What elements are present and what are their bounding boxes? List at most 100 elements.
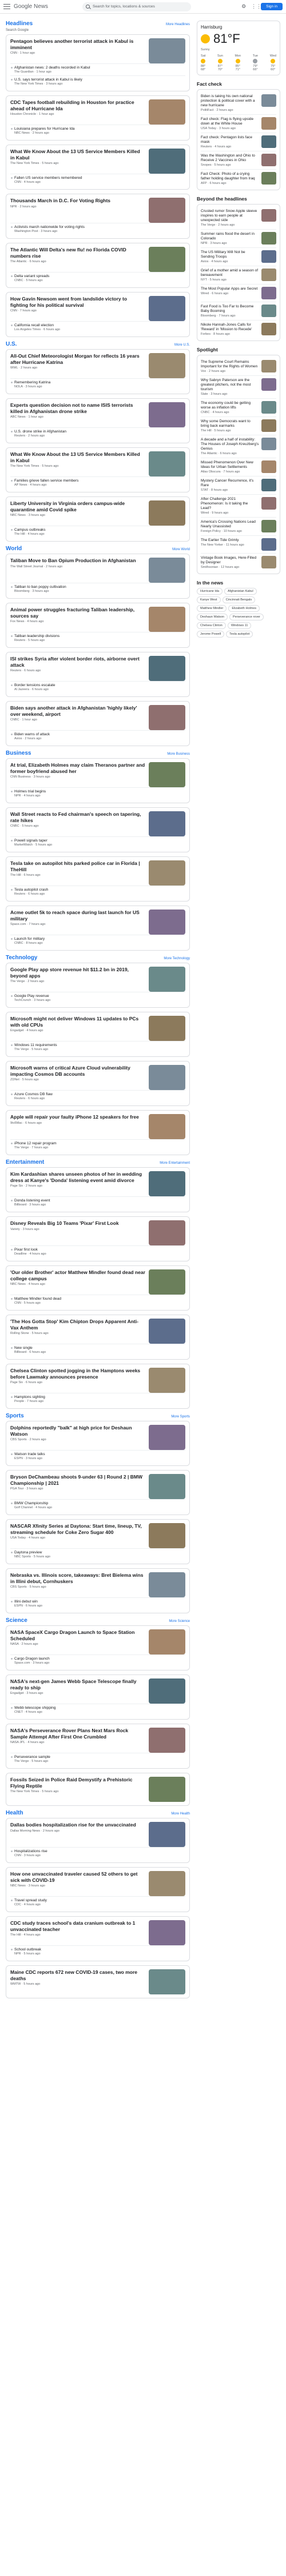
section-more-link[interactable]: More Sports xyxy=(171,1415,190,1419)
story-card[interactable]: NASCAR Xfinity Series at Daytona: Start … xyxy=(6,1519,190,1564)
story-card[interactable]: NASA's Perseverance Rover Plans Next Mar… xyxy=(6,1724,190,1769)
story-card[interactable]: Pentagon believes another terrorist atta… xyxy=(6,34,190,91)
story-card[interactable]: Acme outlet 5k to reach space during las… xyxy=(6,906,190,951)
story-thumbnail[interactable] xyxy=(149,500,185,526)
story-thumbnail[interactable] xyxy=(149,1220,185,1245)
sub-story-title[interactable]: BMW Championship xyxy=(14,1501,185,1506)
story-title[interactable]: What We Know About the 13 US Service Mem… xyxy=(10,149,145,161)
sub-story[interactable]: Delta variant spreads CNBC · 5 hours ago xyxy=(10,272,185,284)
side-story-title[interactable]: Why Sabryn Paterson are the greatest pit… xyxy=(201,378,259,392)
story-thumbnail[interactable] xyxy=(149,607,185,632)
sub-story-title[interactable]: Hospitalizations rise xyxy=(14,1849,185,1854)
sub-story[interactable]: Louisiana prepares for Hurricane Ida NBC … xyxy=(10,125,185,137)
sub-story[interactable]: Tesla autopilot crash Reuters · 6 hours a… xyxy=(10,886,185,898)
sub-story-title[interactable]: Border tensions escalate xyxy=(14,683,185,688)
sub-story-title[interactable]: Tesla autopilot crash xyxy=(14,888,185,892)
story-card[interactable]: Kim Kardashian shares unseen photos of h… xyxy=(6,1167,190,1212)
side-story-thumbnail[interactable] xyxy=(261,460,276,473)
topic-chip[interactable]: Jerome Powell xyxy=(197,631,225,638)
story-thumbnail[interactable] xyxy=(149,656,185,681)
sub-story[interactable]: Taliban to ban poppy cultivation Bloomber… xyxy=(10,583,185,595)
story-thumbnail[interactable] xyxy=(149,1523,185,1548)
story-thumbnail[interactable] xyxy=(149,247,185,272)
side-section-title[interactable]: Spotlight xyxy=(197,347,280,352)
story-thumbnail[interactable] xyxy=(149,1114,185,1139)
side-section-title[interactable]: Beyond the headlines xyxy=(197,196,280,202)
story-thumbnail[interactable] xyxy=(149,705,185,730)
sub-story-title[interactable]: Campus outbreaks xyxy=(14,528,185,532)
side-story[interactable]: Nikole Hannah-Jones Calls for 'Reward' i… xyxy=(201,321,276,338)
story-thumbnail[interactable] xyxy=(149,1065,185,1090)
story-card[interactable]: 'The Hos Gotta Stop' Kim Chipton Drops A… xyxy=(6,1315,190,1360)
sub-story[interactable]: Cargo Dragon launch Space.com · 3 hours a… xyxy=(10,1654,185,1666)
logo[interactable]: Google News xyxy=(14,3,48,10)
story-card[interactable]: CDC study traces school's data cranium o… xyxy=(6,1916,190,1961)
story-title[interactable]: Liberty University in Virginia orders ca… xyxy=(10,500,145,512)
sub-story[interactable]: New single Billboard · 6 hours ago xyxy=(10,1344,185,1356)
side-story-thumbnail[interactable] xyxy=(261,538,276,551)
side-story-thumbnail[interactable] xyxy=(261,250,276,263)
side-story[interactable]: Fact check: Pentagon lists face mask Reut… xyxy=(201,133,276,151)
story-thumbnail[interactable] xyxy=(149,1871,185,1896)
topic-chip[interactable]: Kanye West xyxy=(197,596,221,603)
sub-story-title[interactable]: California recall election xyxy=(14,323,185,328)
sub-story[interactable]: Families grieve fallen service members AP… xyxy=(10,476,185,488)
section-more-link[interactable]: More U.S. xyxy=(174,343,190,347)
section-title[interactable]: Sports xyxy=(6,1413,24,1419)
story-title[interactable]: 'The Hos Gotta Stop' Kim Chipton Drops A… xyxy=(10,1319,145,1331)
story-thumbnail[interactable] xyxy=(149,762,185,787)
side-story[interactable]: Fact check: Flag is flying upside down a… xyxy=(201,115,276,133)
side-story-thumbnail[interactable] xyxy=(261,520,276,532)
sub-story-title[interactable]: Launch for military xyxy=(14,937,185,942)
story-thumbnail[interactable] xyxy=(149,1920,185,1945)
side-story-title[interactable]: After Challenge 2021 Phenomenon: Is it t… xyxy=(201,497,259,511)
story-card[interactable]: CDC Tapes football rebuilding in Houston… xyxy=(6,95,190,141)
sub-story-title[interactable]: U.S. says terrorist attack in Kabul is l… xyxy=(14,78,185,82)
story-thumbnail[interactable] xyxy=(149,967,185,992)
story-card[interactable]: NASA SpaceX Cargo Dragon Launch to Space… xyxy=(6,1625,190,1670)
sub-story-title[interactable]: New single xyxy=(14,1346,185,1351)
story-title[interactable]: All-Out Chief Meteorologist Morgan for r… xyxy=(10,353,145,365)
section-more-link[interactable]: More Science xyxy=(169,1620,190,1623)
sub-story[interactable]: Hospitalizations rise CNN · 3 hours ago xyxy=(10,1847,185,1859)
story-thumbnail[interactable] xyxy=(149,1969,185,1994)
story-title[interactable]: The Atlantic Will Delta's new flu! no Fl… xyxy=(10,247,145,259)
story-title[interactable]: NASA's next-gen James Webb Space Telesco… xyxy=(10,1678,145,1690)
side-story[interactable]: After Challenge 2021 Phenomenon: Is it t… xyxy=(201,495,276,518)
side-story-thumbnail[interactable] xyxy=(261,209,276,222)
side-story[interactable]: The Earlier Tide Grimly The New Yorker · … xyxy=(201,536,276,554)
side-story[interactable]: Why Sabryn Paterson are the greatest pit… xyxy=(201,376,276,399)
gear-icon[interactable]: ⚙ xyxy=(241,4,247,9)
story-card[interactable]: Biden says another attack in Afghanistan… xyxy=(6,701,190,746)
side-story-title[interactable]: Vintage Book Images, Here-Filled by Desi… xyxy=(201,556,259,565)
story-thumbnail[interactable] xyxy=(149,1016,185,1041)
sub-story-title[interactable]: Travel spread study xyxy=(14,1898,185,1903)
sub-story-title[interactable]: Matthew Mindler found dead xyxy=(14,1297,185,1301)
story-thumbnail[interactable] xyxy=(149,1629,185,1654)
side-story-title[interactable]: Grief of a mother amid a season of berea… xyxy=(201,269,259,278)
topic-chip[interactable]: Matthew Mindler xyxy=(197,605,227,612)
section-title[interactable]: Health xyxy=(6,1810,23,1816)
section-title[interactable]: Business xyxy=(6,750,31,756)
story-card[interactable]: Thousands March in D.C. For Voting Right… xyxy=(6,194,190,239)
story-card[interactable]: 'Our older Brother' actor Matthew Mindle… xyxy=(6,1265,190,1311)
sub-story-title[interactable]: Taliban to ban poppy cultivation xyxy=(14,585,185,590)
story-title[interactable]: Tesla take on autopilot hits parked poli… xyxy=(10,860,145,872)
side-story-thumbnail[interactable] xyxy=(261,360,276,372)
story-title[interactable]: Disney Reveals Big 10 Teams 'Pixar' Firs… xyxy=(10,1220,145,1227)
topic-chip[interactable]: Afghanistan Kabul xyxy=(224,588,257,595)
story-title[interactable]: How Gavin Newsom went from landslide vic… xyxy=(10,296,145,308)
side-story-thumbnail[interactable] xyxy=(261,117,276,130)
side-story-thumbnail[interactable] xyxy=(261,556,276,568)
side-story-title[interactable]: Summer rains flood the desert in Colorad… xyxy=(201,232,259,241)
sub-story[interactable]: Hamptons sighting People · 7 hours ago xyxy=(10,1393,185,1405)
side-story-thumbnail[interactable] xyxy=(261,305,276,317)
story-card[interactable]: Microsoft might not deliver Windows 11 u… xyxy=(6,1012,190,1057)
sub-story[interactable]: Google Play revenue TechCrunch · 3 hours … xyxy=(10,992,185,1004)
story-card[interactable]: Taliban Move to Ban Opium Production in … xyxy=(6,554,190,599)
sub-story-title[interactable]: Holmes trial begins xyxy=(14,790,185,794)
side-story[interactable]: Fact Check: Photo of a crying father hol… xyxy=(201,170,276,187)
section-title[interactable]: Headlines xyxy=(6,21,33,27)
sub-story-title[interactable]: iPhone 12 repair program xyxy=(14,1141,185,1146)
side-story-thumbnail[interactable] xyxy=(261,401,276,414)
